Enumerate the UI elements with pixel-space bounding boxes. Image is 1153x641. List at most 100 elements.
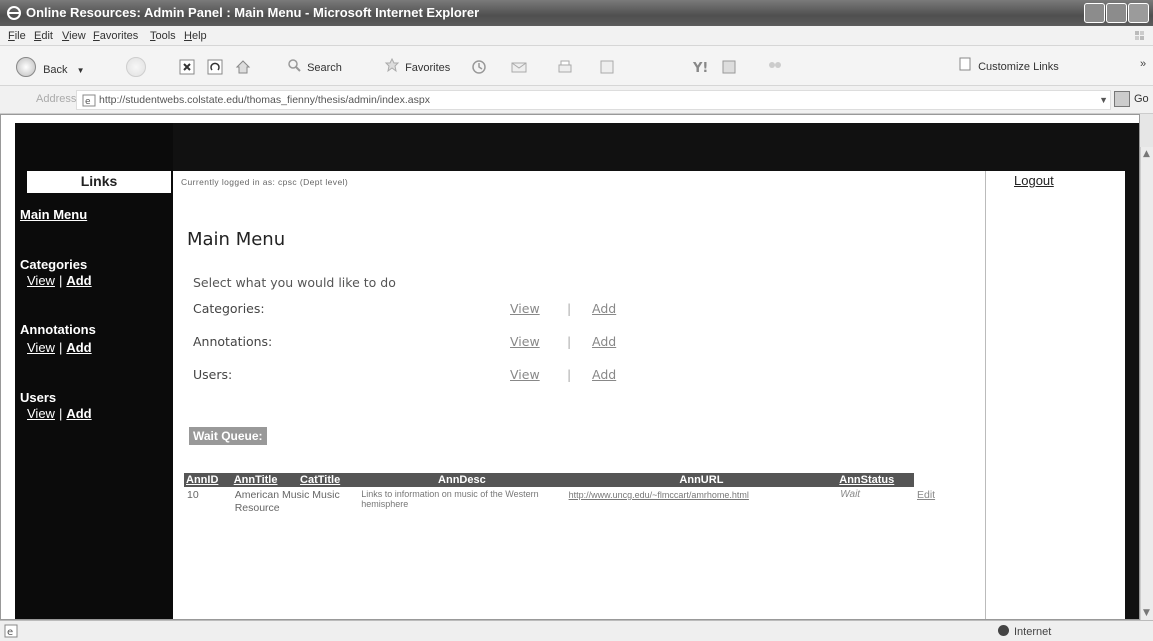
stop-icon[interactable]: [178, 58, 196, 76]
back-arrow-icon: [16, 57, 36, 77]
close-button[interactable]: [1128, 3, 1149, 23]
windows-flag-icon: [1135, 31, 1144, 40]
ie-logo-icon: [7, 6, 21, 20]
sidebar-annotations-view-link[interactable]: View: [27, 340, 55, 355]
menu-row-label: Categories:: [193, 301, 265, 316]
maximize-button[interactable]: [1106, 3, 1127, 23]
categories-view-link[interactable]: View: [510, 301, 540, 316]
col-annstatus-header[interactable]: AnnStatus: [837, 473, 914, 487]
customize-links-label: Customize Links: [978, 60, 1059, 73]
sidebar: [15, 123, 173, 619]
menu-view[interactable]: View: [62, 30, 86, 42]
print-icon[interactable]: [556, 58, 574, 76]
sidebar-users-title: Users: [20, 390, 57, 405]
zone-label: Internet: [1014, 626, 1052, 638]
users-view-link[interactable]: View: [510, 367, 540, 382]
ie-status-icon: e: [4, 624, 18, 638]
vertical-scrollbar[interactable]: ▲ ▼: [1140, 147, 1153, 620]
history-icon[interactable]: [470, 58, 488, 76]
security-zone: Internet: [998, 625, 1051, 638]
page-icon: [959, 57, 971, 71]
back-dropdown-icon[interactable]: ▼: [77, 66, 85, 75]
favorites-button[interactable]: Favorites: [384, 57, 450, 77]
users-add-link[interactable]: Add: [592, 367, 616, 382]
sidebar-categories-add-link[interactable]: Add: [66, 273, 91, 288]
toolbar: Back ▼ Search Favorites Y! Customize Lin…: [0, 46, 1153, 86]
logged-in-status: Currently logged in as: cpsc (Dept level…: [181, 177, 349, 187]
sidebar-main-menu-link[interactable]: Main Menu: [20, 207, 87, 222]
sidebar-users-view-link[interactable]: View: [27, 406, 55, 421]
col-actions-header: [914, 473, 941, 487]
address-url: http://studentwebs.colstate.edu/thomas_f…: [99, 94, 430, 106]
sidebar-annotations-title: Annotations: [20, 322, 96, 337]
menu-file[interactable]: File: [8, 30, 26, 42]
address-dropdown-icon[interactable]: ▼: [1099, 95, 1108, 105]
search-icon: [288, 59, 301, 72]
customize-links-button[interactable]: Customize Links: [958, 57, 1059, 77]
status-bar: e Internet: [0, 620, 1153, 641]
messenger-icon[interactable]: [720, 58, 738, 76]
menu-favorites[interactable]: Favorites: [93, 30, 138, 42]
yahoo-toolbar-icon[interactable]: Y!: [692, 58, 710, 76]
annotations-add-link[interactable]: Add: [592, 334, 616, 349]
edit-link[interactable]: Edit: [917, 489, 935, 501]
table-row: 10 American Music Music Resource Links t…: [184, 487, 941, 517]
menu-row-users: Users: View | Add: [193, 367, 617, 382]
col-annurl-header[interactable]: AnnURL: [565, 473, 838, 487]
sidebar-users-links: View | Add: [27, 406, 92, 421]
col-cattitle-header[interactable]: CatTitle: [298, 473, 359, 487]
refresh-icon[interactable]: [206, 58, 224, 76]
page-title: Main Menu: [187, 229, 286, 250]
minimize-button[interactable]: [1084, 3, 1105, 23]
sidebar-annotations-add-link[interactable]: Add: [66, 340, 91, 355]
wait-queue-heading: Wait Queue:: [189, 427, 267, 445]
window-title: Online Resources: Admin Panel : Main Men…: [26, 5, 480, 20]
sidebar-annotations-links: View | Add: [27, 340, 92, 355]
right-panel: Logout: [985, 171, 1125, 619]
cell-annurl: http://www.uncg.edu/~flmccart/amrhome.ht…: [566, 487, 838, 517]
wait-queue-table: AnnID AnnTitle CatTitle AnnDesc AnnURL A…: [184, 473, 941, 517]
select-prompt: Select what you would like to do: [193, 275, 396, 290]
go-label: Go: [1134, 93, 1149, 105]
menu-bar: File Edit View Favorites Tools Help: [0, 26, 1153, 46]
scroll-down-icon[interactable]: ▼: [1143, 608, 1150, 618]
col-annid-header[interactable]: AnnID: [184, 473, 232, 487]
forward-button[interactable]: [126, 57, 146, 77]
cell-anndesc: Links to information on music of the Wes…: [361, 489, 539, 509]
cell-edit: Edit: [914, 487, 941, 517]
menu-edit[interactable]: Edit: [34, 30, 53, 42]
cell-annid: 10: [187, 489, 199, 501]
annotations-view-link[interactable]: View: [510, 334, 540, 349]
col-anndesc-header[interactable]: AnnDesc: [358, 473, 566, 487]
annotation-url-link[interactable]: http://www.uncg.edu/~flmccart/amrhome.ht…: [569, 490, 749, 500]
sidebar-users-add-link[interactable]: Add: [66, 406, 91, 421]
mail-icon[interactable]: [510, 58, 528, 76]
cell-anntitle: American Music Music Resource: [234, 489, 340, 514]
home-icon[interactable]: [234, 58, 252, 76]
logout-link[interactable]: Logout: [1014, 173, 1054, 188]
search-button[interactable]: Search: [286, 57, 342, 77]
menu-help[interactable]: Help: [184, 30, 207, 42]
menu-row-label: Annotations:: [193, 334, 273, 349]
categories-add-link[interactable]: Add: [592, 301, 616, 316]
edit-icon[interactable]: [598, 58, 616, 76]
svg-text:e: e: [85, 97, 91, 107]
menu-row-annotations: Annotations: View | Add: [193, 334, 617, 349]
address-bar: Address e http://studentwebs.colstate.ed…: [0, 86, 1153, 114]
toolbar-overflow-icon[interactable]: »: [1140, 58, 1146, 70]
back-button[interactable]: Back ▼: [16, 57, 85, 77]
favorites-star-icon: [384, 57, 400, 73]
cell-annstatus: Wait: [840, 489, 861, 500]
menu-tools[interactable]: Tools: [150, 30, 176, 42]
sidebar-categories-view-link[interactable]: View: [27, 273, 55, 288]
sidebar-categories-links: View | Add: [27, 273, 92, 288]
scroll-up-icon[interactable]: ▲: [1143, 149, 1150, 159]
address-label: Address: [36, 93, 77, 105]
go-button[interactable]: Go: [1114, 91, 1152, 109]
buddies-icon[interactable]: [766, 58, 784, 76]
back-label: Back: [43, 63, 68, 76]
address-input[interactable]: e http://studentwebs.colstate.edu/thomas…: [76, 90, 1111, 110]
window-titlebar: Online Resources: Admin Panel : Main Men…: [0, 0, 1153, 26]
col-anntitle-header[interactable]: AnnTitle: [231, 473, 299, 487]
forward-arrow-icon: [126, 57, 146, 77]
